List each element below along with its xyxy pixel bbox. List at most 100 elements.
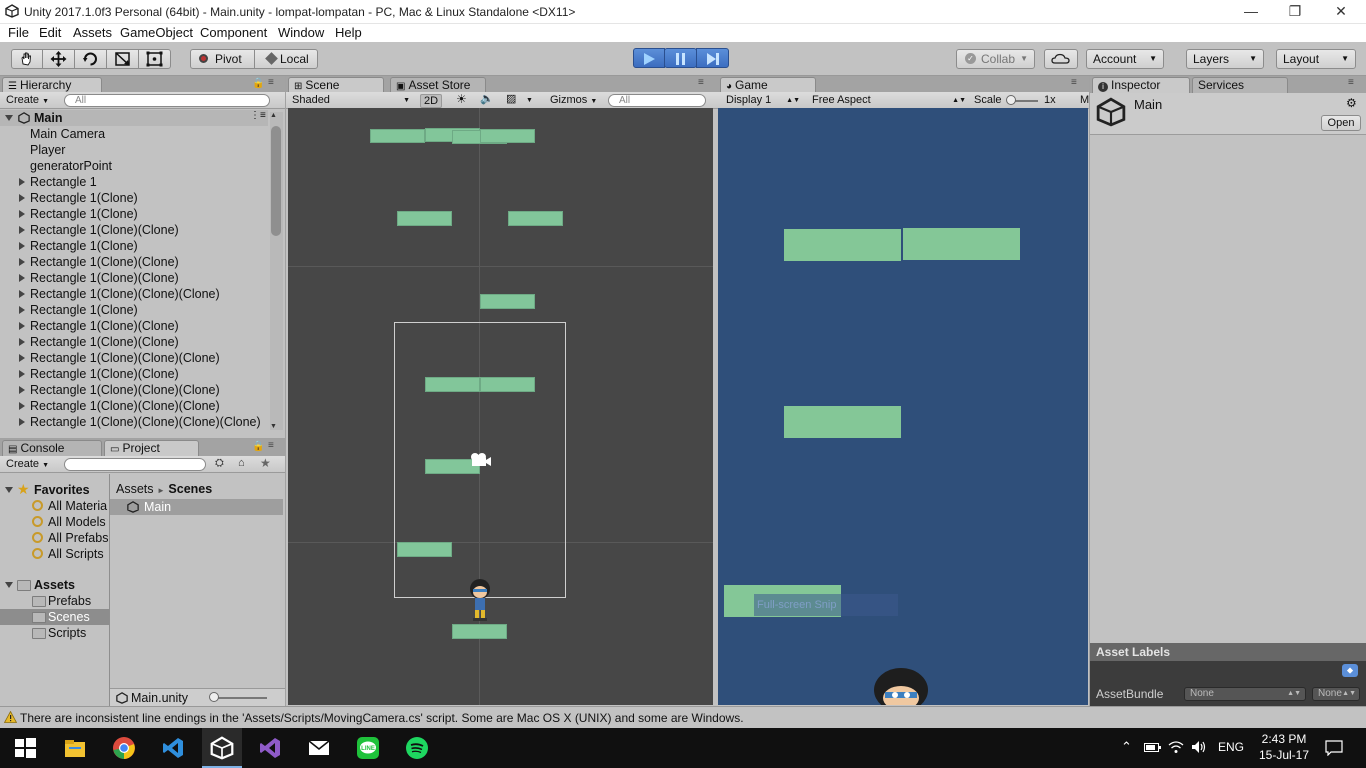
hierarchy-item[interactable]: Rectangle 1(Clone)(Clone)(Clone)(Clone) (0, 414, 268, 430)
pause-button[interactable] (664, 48, 697, 68)
hierarchy-item[interactable]: Rectangle 1(Clone) (0, 190, 268, 206)
expand-triangle-icon[interactable] (19, 386, 25, 394)
camera-gizmo-icon[interactable] (468, 452, 492, 468)
audio-toggle-icon[interactable]: 🔈 (480, 93, 494, 107)
play-button[interactable] (633, 48, 665, 68)
menu-gameobject[interactable]: GameObject (120, 25, 193, 40)
tab-inspector[interactable]: i Inspector (1092, 77, 1190, 94)
tab-services[interactable]: Services (1192, 77, 1288, 94)
close-button[interactable]: ✕ (1318, 0, 1364, 24)
expand-triangle-icon[interactable] (19, 210, 25, 218)
star-icon[interactable]: ★ (260, 456, 271, 470)
asset-bundle-dropdown[interactable]: None ▲▼ (1184, 687, 1306, 701)
icon-size-slider[interactable] (211, 697, 267, 699)
slider-thumb[interactable] (209, 692, 219, 702)
pivot-toggle-button[interactable]: Pivot (190, 49, 255, 69)
windows-start-icon[interactable] (13, 736, 37, 760)
expand-triangle-icon[interactable] (19, 178, 25, 186)
hierarchy-item[interactable]: Rectangle 1(Clone) (0, 206, 268, 222)
menu-assets[interactable]: Assets (73, 25, 112, 40)
vscode-icon[interactable] (161, 736, 185, 760)
spotify-icon[interactable] (405, 736, 429, 760)
gizmos-dropdown[interactable]: Gizmos ▼ (550, 94, 597, 108)
expand-triangle-icon[interactable] (19, 290, 25, 298)
project-file-row[interactable]: Main (110, 499, 283, 515)
toggle-2d-button[interactable]: 2D (420, 94, 442, 108)
asset-bundle-variant-dropdown[interactable]: None ▲▼ (1312, 687, 1360, 701)
scroll-down-icon[interactable]: ▼ (270, 423, 277, 430)
volume-icon[interactable] (1191, 740, 1207, 754)
menu-help[interactable]: Help (335, 25, 362, 40)
scene-platform[interactable] (480, 129, 535, 143)
expand-triangle-icon[interactable] (19, 306, 25, 314)
scene-platform[interactable] (370, 129, 425, 143)
folder-row-selected[interactable]: Scenes (0, 609, 109, 625)
favorite-item[interactable]: All Materia (0, 498, 109, 514)
expand-triangle-icon[interactable] (19, 226, 25, 234)
expand-triangle-icon[interactable] (19, 242, 25, 250)
hierarchy-item[interactable]: Rectangle 1 (0, 174, 268, 190)
panel-menu-icon[interactable]: ≡ (268, 77, 274, 88)
menu-component[interactable]: Component (200, 25, 267, 40)
rotate-tool-button[interactable] (74, 49, 107, 69)
label-tag-icon[interactable]: ⬥ (1342, 664, 1358, 677)
scale-tool-button[interactable] (106, 49, 139, 69)
scene-header-row[interactable]: Main ⋮≡ (0, 110, 268, 126)
rect-tool-button[interactable] (138, 49, 171, 69)
move-tool-button[interactable] (42, 49, 75, 69)
scene-menu-icon[interactable]: ⋮≡ (250, 110, 266, 121)
visual-studio-icon[interactable] (258, 736, 282, 760)
project-create-button[interactable]: Create ▼ (6, 458, 49, 472)
folder-row[interactable]: Scripts (0, 625, 109, 641)
project-search-input[interactable] (64, 458, 206, 471)
open-button[interactable]: Open (1321, 115, 1361, 131)
hierarchy-item[interactable]: Main Camera (0, 126, 268, 142)
local-toggle-button[interactable]: Local (254, 49, 318, 69)
file-explorer-icon[interactable] (63, 736, 87, 760)
clock-date[interactable]: 15-Jul-17 (1254, 748, 1314, 762)
cloud-button[interactable] (1044, 49, 1078, 69)
hand-tool-button[interactable] (11, 49, 43, 69)
step-button[interactable] (696, 48, 729, 68)
lock-icon[interactable]: 🔒 (252, 78, 264, 89)
settings-gear-icon[interactable]: ⚙ (1346, 96, 1357, 110)
notifications-icon[interactable] (1325, 740, 1343, 756)
folder-row[interactable]: Prefabs (0, 593, 109, 609)
player-sprite[interactable] (466, 578, 494, 622)
display-dropdown[interactable]: Display 1 ▲▼ (726, 94, 800, 108)
panel-menu-icon[interactable]: ≡ (268, 440, 274, 451)
breadcrumb-assets[interactable]: Assets (116, 482, 154, 496)
scene-viewport[interactable] (288, 108, 713, 705)
hierarchy-item[interactable]: Rectangle 1(Clone)(Clone) (0, 334, 268, 350)
hierarchy-item[interactable]: Rectangle 1(Clone)(Clone) (0, 318, 268, 334)
hierarchy-item[interactable]: Rectangle 1(Clone) (0, 238, 268, 254)
breadcrumb-scenes[interactable]: Scenes (168, 482, 212, 496)
expand-triangle-icon[interactable] (19, 194, 25, 202)
chevron-down-icon[interactable]: ▼ (526, 94, 533, 108)
hierarchy-item[interactable]: Rectangle 1(Clone)(Clone) (0, 222, 268, 238)
clock-time[interactable]: 2:43 PM (1258, 732, 1310, 746)
expand-triangle-icon[interactable] (19, 338, 25, 346)
tag-icon[interactable]: ⌂ (238, 457, 245, 469)
hierarchy-item[interactable]: Rectangle 1(Clone)(Clone) (0, 254, 268, 270)
scale-slider-thumb[interactable] (1006, 95, 1016, 105)
battery-icon[interactable] (1144, 742, 1162, 753)
scrollbar-thumb[interactable] (271, 126, 281, 236)
maximize-on-play-button[interactable]: M (1080, 94, 1089, 108)
expand-triangle-icon[interactable] (19, 354, 25, 362)
menu-edit[interactable]: Edit (39, 25, 61, 40)
expand-triangle-icon[interactable] (19, 402, 25, 410)
scene-platform[interactable] (480, 294, 535, 309)
language-indicator[interactable]: ENG (1218, 740, 1244, 754)
scene-platform[interactable] (397, 211, 452, 226)
filter-type-icon[interactable]: ⛭ (215, 457, 224, 470)
favorite-item[interactable]: All Models (0, 514, 109, 530)
panel-menu-icon[interactable]: ≡ (698, 77, 704, 88)
assets-row[interactable]: Assets (0, 577, 109, 593)
effects-toggle-icon[interactable]: ▨ (506, 93, 516, 107)
hierarchy-item[interactable]: Rectangle 1(Clone)(Clone)(Clone) (0, 382, 268, 398)
scroll-up-icon[interactable]: ▲ (270, 112, 277, 119)
expand-triangle-icon[interactable] (5, 115, 13, 121)
expand-triangle-icon[interactable] (19, 418, 25, 426)
hierarchy-create-button[interactable]: Create ▼ (6, 94, 49, 108)
